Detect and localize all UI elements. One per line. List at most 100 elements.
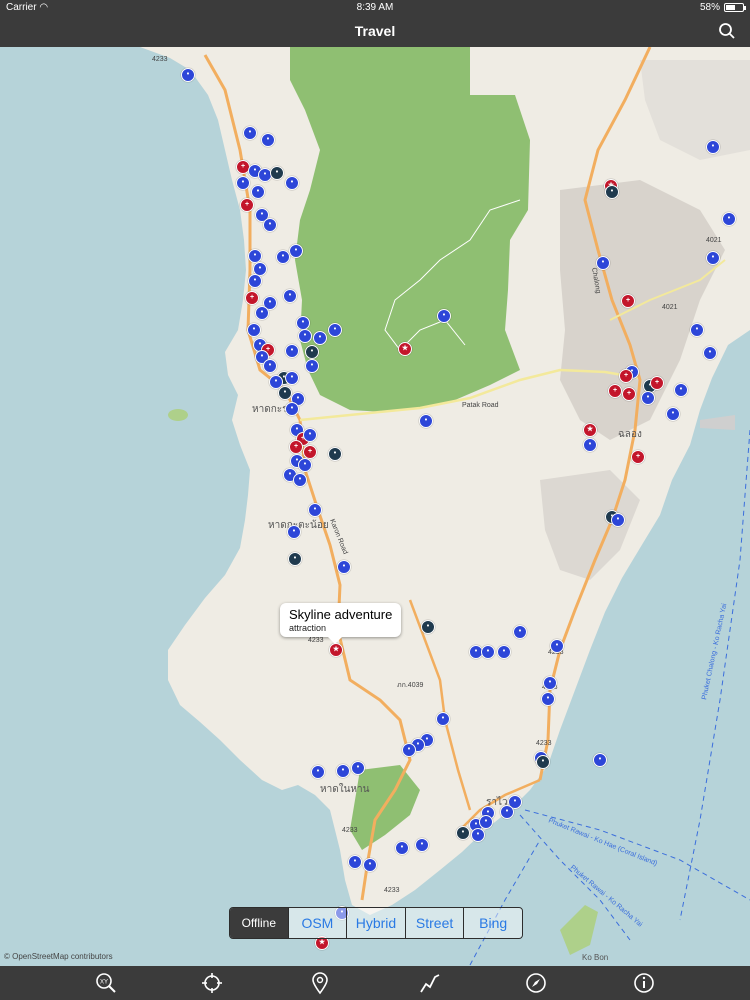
poi-marker-icon[interactable]: • [336, 764, 350, 778]
layer-osm-button[interactable]: OSM [288, 908, 348, 938]
route-icon[interactable] [418, 971, 442, 995]
poi-marker-icon[interactable]: • [328, 323, 342, 337]
poi-marker-icon[interactable]: • [543, 676, 557, 690]
poi-marker-icon[interactable]: • [706, 140, 720, 154]
poi-marker-icon[interactable]: • [293, 473, 307, 487]
poi-marker-icon[interactable]: • [243, 126, 257, 140]
poi-marker-icon[interactable]: • [583, 438, 597, 452]
poi-marker-icon[interactable]: • [285, 402, 299, 416]
hospital-marker-icon[interactable]: + [245, 291, 259, 305]
poi-marker-icon[interactable]: • [303, 428, 317, 442]
poi-marker-icon[interactable]: • [236, 176, 250, 190]
hospital-marker-icon[interactable]: + [289, 440, 303, 454]
poi-marker-icon[interactable]: • [690, 323, 704, 337]
hospital-marker-icon[interactable]: + [631, 450, 645, 464]
poi-marker-icon[interactable]: • [261, 133, 275, 147]
poi-marker-icon[interactable]: • [181, 68, 195, 82]
poi-marker-icon[interactable]: • [415, 838, 429, 852]
poi-marker-icon[interactable]: • [313, 331, 327, 345]
map-view[interactable]: 4233 4233 4233 4233 4233 4233 4233 4021 … [0, 47, 750, 966]
poi-marker-icon[interactable]: • [593, 753, 607, 767]
poi-marker-icon[interactable]: • [722, 212, 736, 226]
poi-marker-icon[interactable]: • [296, 316, 310, 330]
poi-marker-icon[interactable]: • [666, 407, 680, 421]
poi-marker-icon[interactable]: • [596, 256, 610, 270]
compass-icon[interactable] [524, 971, 548, 995]
poi-marker-icon[interactable]: • [305, 359, 319, 373]
hospital-marker-icon[interactable]: + [619, 369, 633, 383]
layer-offline-button[interactable]: Offline [230, 908, 289, 938]
layer-bing-button[interactable]: Bing [464, 908, 522, 938]
xy-search-icon[interactable]: XY [94, 971, 118, 995]
poi-marker-icon[interactable]: • [251, 185, 265, 199]
poi-marker-icon[interactable]: • [363, 858, 377, 872]
poi-marker-icon[interactable]: • [276, 250, 290, 264]
poi-marker-icon[interactable]: • [706, 251, 720, 265]
hospital-marker-icon[interactable]: + [622, 387, 636, 401]
poi-marker-icon[interactable]: • [289, 244, 303, 258]
hospital-marker-icon[interactable]: + [650, 376, 664, 390]
poi-callout[interactable]: Skyline adventure attraction [280, 603, 402, 644]
hospital-marker-icon[interactable]: + [240, 198, 254, 212]
attraction-marker-icon[interactable]: ★ [398, 342, 412, 356]
poi-marker-icon[interactable]: • [497, 645, 511, 659]
hospital-marker-icon[interactable]: + [303, 445, 317, 459]
atm-marker-icon[interactable]: • [456, 826, 470, 840]
poi-marker-icon[interactable]: • [471, 828, 485, 842]
poi-marker-icon[interactable]: • [703, 346, 717, 360]
poi-marker-icon[interactable]: • [479, 815, 493, 829]
atm-marker-icon[interactable]: • [605, 185, 619, 199]
attraction-marker-icon[interactable]: ★ [329, 643, 343, 657]
layer-hybrid-button[interactable]: Hybrid [347, 908, 406, 938]
atm-marker-icon[interactable]: • [278, 386, 292, 400]
poi-marker-icon[interactable]: • [263, 359, 277, 373]
poi-marker-icon[interactable]: • [348, 855, 362, 869]
poi-marker-icon[interactable]: • [298, 458, 312, 472]
poi-marker-icon[interactable]: • [247, 323, 261, 337]
poi-marker-icon[interactable]: • [283, 289, 297, 303]
poi-marker-icon[interactable]: • [513, 625, 527, 639]
atm-marker-icon[interactable]: • [536, 755, 550, 769]
hospital-marker-icon[interactable]: + [608, 384, 622, 398]
poi-marker-icon[interactable]: • [419, 414, 433, 428]
poi-marker-icon[interactable]: • [298, 329, 312, 343]
hospital-marker-icon[interactable]: + [621, 294, 635, 308]
atm-marker-icon[interactable]: • [305, 345, 319, 359]
poi-marker-icon[interactable]: • [248, 249, 262, 263]
atm-marker-icon[interactable]: • [328, 447, 342, 461]
info-icon[interactable] [632, 971, 656, 995]
poi-marker-icon[interactable]: • [337, 560, 351, 574]
atm-marker-icon[interactable]: • [421, 620, 435, 634]
callout-title: Skyline adventure [289, 607, 393, 622]
poi-marker-icon[interactable]: • [500, 805, 514, 819]
poi-marker-icon[interactable]: • [436, 712, 450, 726]
poi-marker-icon[interactable]: • [641, 391, 655, 405]
poi-marker-icon[interactable]: • [437, 309, 451, 323]
layer-street-button[interactable]: Street [405, 908, 465, 938]
poi-marker-icon[interactable]: • [285, 371, 299, 385]
road-label: 4021 [662, 304, 678, 311]
poi-marker-icon[interactable]: • [263, 218, 277, 232]
poi-marker-icon[interactable]: • [611, 513, 625, 527]
poi-marker-icon[interactable]: • [287, 525, 301, 539]
road-label: 4233 [308, 637, 324, 644]
poi-marker-icon[interactable]: • [285, 176, 299, 190]
poi-marker-icon[interactable]: • [311, 765, 325, 779]
poi-marker-icon[interactable]: • [285, 344, 299, 358]
pin-icon[interactable] [308, 971, 332, 995]
poi-marker-icon[interactable]: • [550, 639, 564, 653]
poi-marker-icon[interactable]: • [308, 503, 322, 517]
crosshair-icon[interactable] [200, 971, 224, 995]
atm-marker-icon[interactable]: • [288, 552, 302, 566]
poi-marker-icon[interactable]: • [351, 761, 365, 775]
atm-marker-icon[interactable]: • [270, 166, 284, 180]
attraction-marker-icon[interactable]: ★ [583, 423, 597, 437]
poi-marker-icon[interactable]: • [255, 306, 269, 320]
search-icon[interactable] [718, 22, 736, 40]
poi-marker-icon[interactable]: • [395, 841, 409, 855]
poi-marker-icon[interactable]: • [674, 383, 688, 397]
poi-marker-icon[interactable]: • [541, 692, 555, 706]
poi-marker-icon[interactable]: • [402, 743, 416, 757]
poi-marker-icon[interactable]: • [481, 645, 495, 659]
poi-marker-icon[interactable]: • [248, 274, 262, 288]
